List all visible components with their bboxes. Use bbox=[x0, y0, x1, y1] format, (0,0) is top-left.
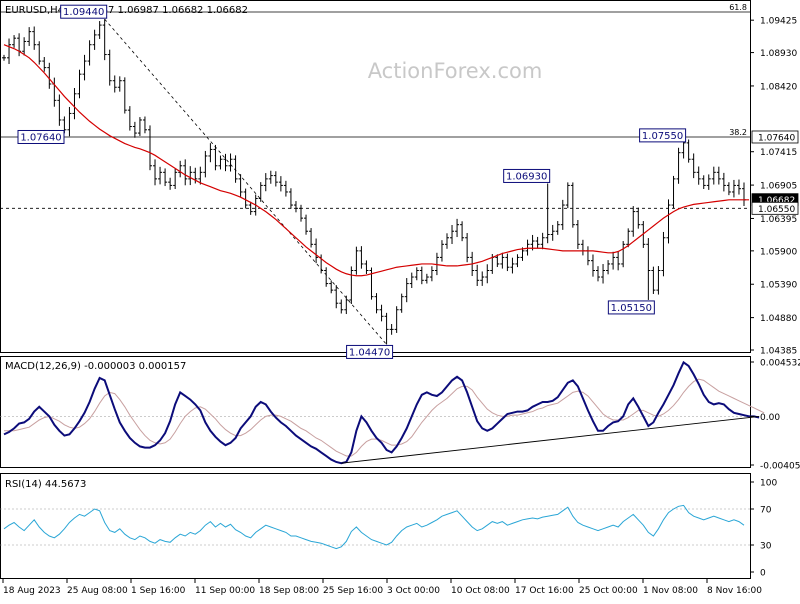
watermark-text: ActionForex.com bbox=[368, 59, 543, 83]
rsi-ytick-label-0: 100 bbox=[760, 479, 777, 489]
xtick-label-2: 1 Sep 16:00 bbox=[131, 586, 186, 596]
xtick-label-3: 11 Sep 00:00 bbox=[195, 586, 255, 596]
xtick-label-11: 8 Nov 16:00 bbox=[707, 586, 762, 596]
xtick-label-0: 18 Aug 2023 bbox=[3, 586, 61, 596]
chart-container: ActionForex.com EURUSD,H4 1.06887 1.0698… bbox=[0, 0, 800, 600]
xtick-label-9: 25 Oct 00:00 bbox=[579, 586, 638, 596]
rsi-ytick-label-3: 0 bbox=[760, 569, 766, 579]
price-tag-label-0: 1.07640 bbox=[758, 133, 795, 143]
price-annotation-label-3: 1.06930 bbox=[506, 171, 547, 182]
macd-panel-frame bbox=[0, 356, 751, 468]
level-label-0: 61.8 bbox=[729, 3, 747, 12]
price-ytick-label-12: 1.04385 bbox=[760, 347, 797, 357]
price-panel-frame bbox=[0, 0, 751, 353]
xtick-label-10: 1 Nov 08:00 bbox=[643, 586, 698, 596]
header-symbol-label: EURUSD,H4 bbox=[5, 5, 64, 16]
rsi-ytick-label-2: 30 bbox=[760, 542, 772, 552]
xtick-label-6: 3 Oct 00:00 bbox=[387, 586, 440, 596]
xtick-label-5: 25 Sep 16:00 bbox=[323, 586, 383, 596]
price-ytick-label-11: 1.04880 bbox=[760, 314, 797, 324]
price-annotation-label-0: 1.09440 bbox=[63, 7, 104, 18]
price-ytick-label-4: 1.07415 bbox=[760, 148, 797, 158]
chart-canvas: ActionForex.com EURUSD,H4 1.06887 1.0698… bbox=[0, 0, 800, 596]
price-tag-label-2: 1.06550 bbox=[758, 205, 795, 215]
price-ytick-label-1: 1.08930 bbox=[760, 49, 797, 59]
price-ytick-label-0: 1.09425 bbox=[760, 17, 797, 27]
price-annotation-label-2: 1.04470 bbox=[349, 347, 390, 358]
price-ytick-label-5: 1.06905 bbox=[760, 182, 797, 192]
price-annotation-label-1: 1.07640 bbox=[20, 132, 61, 143]
price-ytick-label-10: 1.05390 bbox=[760, 281, 797, 291]
rsi-label: RSI(14) 44.5673 bbox=[5, 479, 86, 490]
rsi-panel-frame bbox=[0, 473, 751, 579]
price-annotation-label-4: 1.05150 bbox=[611, 303, 652, 314]
level-label-1: 38.2 bbox=[729, 128, 747, 137]
macd-ytick-label-1: 0.00 bbox=[760, 413, 780, 423]
xtick-label-7: 10 Oct 08:00 bbox=[451, 586, 510, 596]
xtick-label-1: 25 Aug 08:00 bbox=[67, 586, 128, 596]
macd-label: MACD(12,26,9) -0.000003 0.000157 bbox=[5, 361, 186, 372]
rsi-ytick-label-1: 70 bbox=[760, 506, 772, 516]
price-annotation-label-5: 1.07550 bbox=[642, 131, 683, 142]
price-ytick-label-8: 1.06395 bbox=[760, 215, 797, 225]
macd-ytick-label-0: 0.004532 bbox=[760, 359, 800, 369]
price-ytick-label-9: 1.05900 bbox=[760, 247, 797, 257]
xtick-label-4: 18 Sep 08:00 bbox=[259, 586, 319, 596]
price-ytick-label-2: 1.08420 bbox=[760, 82, 797, 92]
xtick-label-8: 17 Oct 16:00 bbox=[515, 586, 574, 596]
macd-ytick-label-2: -0.004051 bbox=[760, 462, 800, 472]
